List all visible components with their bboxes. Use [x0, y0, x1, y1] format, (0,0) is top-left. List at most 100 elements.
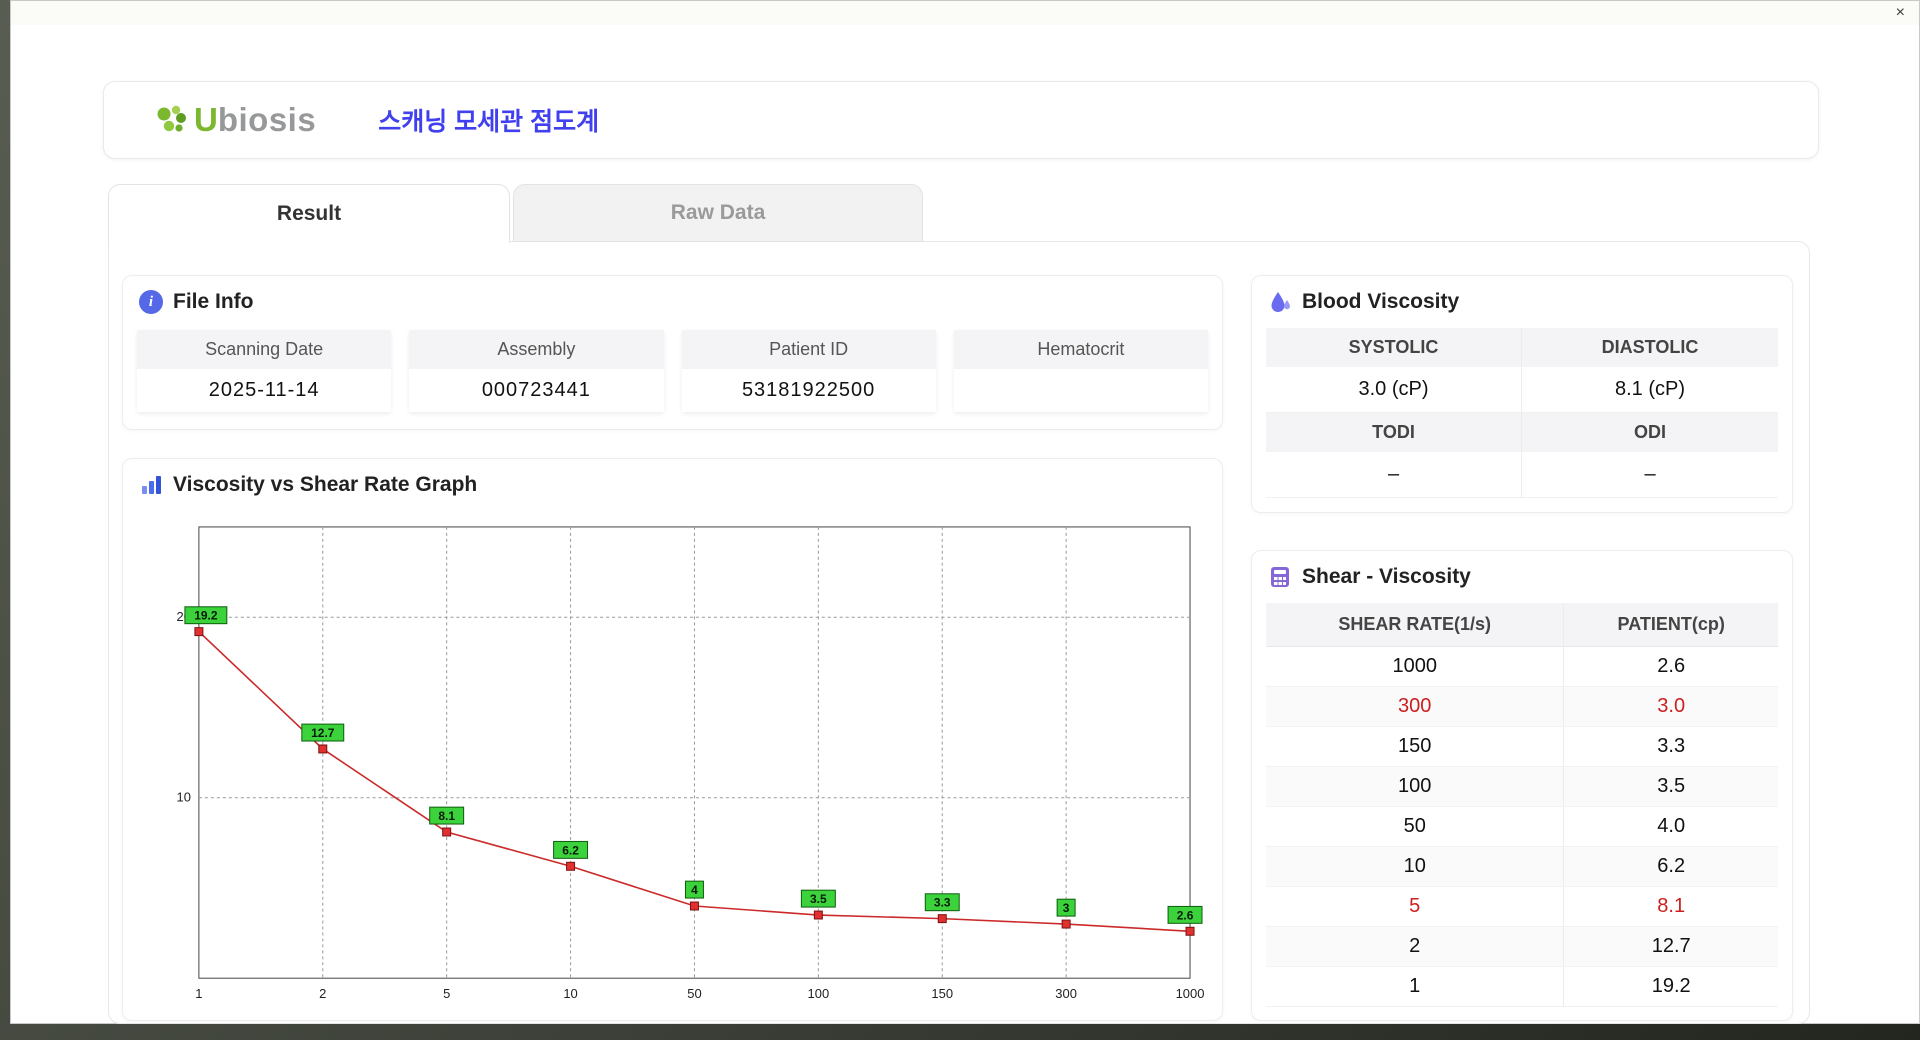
cell-shear-rate: 150 — [1266, 726, 1565, 767]
file-info-card: i File Info Scanning Date 2025-11-14 Assem… — [122, 275, 1223, 430]
table-row: 150 3.3 — [1266, 726, 1778, 767]
cell-patient: 6.2 — [1563, 846, 1778, 887]
field-label: Scanning Date — [137, 330, 392, 369]
tab-raw-data[interactable]: Raw Data — [513, 184, 923, 242]
svg-text:50: 50 — [687, 986, 701, 1001]
shear-viscosity-table: SHEAR RATE(1/s) PATIENT(cp) 1000 2.6 300 3.… — [1266, 603, 1778, 1007]
column-patient: PATIENT(cp) — [1563, 603, 1778, 647]
cell-patient: 2.6 — [1563, 646, 1778, 687]
svg-text:10: 10 — [176, 790, 190, 805]
bv-metric-label: DIASTOLIC — [1522, 328, 1778, 367]
svg-text:150: 150 — [931, 986, 953, 1001]
svg-text:4: 4 — [691, 883, 698, 897]
svg-text:1: 1 — [195, 986, 202, 1001]
calculator-icon — [1271, 567, 1289, 587]
table-row: 50 4.0 — [1266, 806, 1778, 847]
logo-text: U — [194, 101, 218, 138]
svg-text:300: 300 — [1055, 986, 1077, 1001]
header-card: Ubiosis 스캐닝 모세관 점도계 — [103, 81, 1819, 159]
graph-card: Viscosity vs Shear Rate Graph 10 20 1 2 5 10 5… — [122, 458, 1223, 1021]
svg-text:3: 3 — [1063, 901, 1070, 915]
svg-text:12.7: 12.7 — [311, 726, 335, 740]
cell-shear-rate: 2 — [1266, 926, 1565, 967]
file-info-field: Scanning Date 2025-11-14 — [137, 330, 392, 412]
cell-shear-rate: 100 — [1266, 766, 1565, 807]
graph-title: Viscosity vs Shear Rate Graph — [173, 473, 478, 496]
field-label: Assembly — [409, 330, 664, 369]
bv-metric-label: TODI — [1266, 413, 1522, 452]
shear-viscosity-header: Shear - Viscosity — [1252, 551, 1792, 597]
table-row: 1 19.2 — [1266, 966, 1778, 1007]
close-icon[interactable]: × — [1896, 5, 1905, 21]
table-row: 1000 2.6 — [1266, 646, 1778, 687]
page-title: 스캐닝 모세관 점도계 — [378, 108, 600, 136]
bar-chart-icon — [142, 476, 161, 494]
file-info-field: Assembly 000723441 — [409, 330, 664, 412]
water-drop-icon — [1271, 292, 1290, 312]
svg-text:2.6: 2.6 — [1177, 908, 1194, 922]
cell-patient: 3.0 — [1563, 686, 1778, 727]
field-value: 000723441 — [409, 369, 664, 412]
bv-metric-value: 3.0 (cP) — [1266, 367, 1522, 413]
cell-patient: 3.3 — [1563, 726, 1778, 767]
shear-viscosity-title: Shear - Viscosity — [1302, 565, 1471, 588]
field-value — [953, 369, 1208, 410]
svg-text:2: 2 — [319, 986, 326, 1001]
shear-viscosity-card: Shear - Viscosity SHEAR RATE(1/s) PATIEN… — [1251, 550, 1793, 1021]
svg-text:8.1: 8.1 — [438, 809, 455, 823]
svg-text:3.3: 3.3 — [934, 896, 951, 910]
ubiosis-logo-icon — [157, 105, 186, 132]
blood-viscosity-grid: SYSTOLIC DIASTOLIC 3.0 (cP) 8.1 (cP) TODI ODI… — [1266, 328, 1778, 498]
tab-result[interactable]: Result — [108, 184, 510, 243]
table-row: 100 3.5 — [1266, 766, 1778, 807]
result-panel: i File Info Scanning Date 2025-11-14 Assem… — [108, 241, 1810, 1024]
svg-text:6.2: 6.2 — [562, 843, 579, 857]
blood-viscosity-card: Blood Viscosity SYSTOLIC DIASTOLIC 3.0 (cP… — [1251, 275, 1793, 513]
info-icon: i — [139, 290, 163, 314]
window-titlebar: × — [11, 1, 1919, 25]
cell-shear-rate: 5 — [1266, 886, 1565, 927]
table-header-row: SHEAR RATE(1/s) PATIENT(cp) — [1266, 603, 1778, 647]
graph-header: Viscosity vs Shear Rate Graph — [123, 459, 1222, 505]
file-info-header: i File Info — [123, 276, 1222, 322]
bv-metric-value: – — [1522, 452, 1778, 498]
cell-patient: 4.0 — [1563, 806, 1778, 847]
cell-patient: 19.2 — [1563, 966, 1778, 1007]
svg-text:19.2: 19.2 — [194, 609, 218, 623]
cell-shear-rate: 1000 — [1266, 646, 1565, 687]
blood-viscosity-header: Blood Viscosity — [1252, 276, 1792, 322]
bv-metric-value: – — [1266, 452, 1522, 498]
cell-shear-rate: 50 — [1266, 806, 1565, 847]
ubiosis-logo: Ubiosis — [154, 101, 316, 139]
app-window: × Ubiosis 스캐닝 모세관 점도계 Result Raw Data i … — [10, 0, 1920, 1024]
cell-shear-rate: 1 — [1266, 966, 1565, 1007]
svg-text:1000: 1000 — [1176, 986, 1204, 1001]
cell-patient: 8.1 — [1563, 886, 1778, 927]
table-row: 5 8.1 — [1266, 886, 1778, 927]
table-row: 2 12.7 — [1266, 926, 1778, 967]
cell-patient: 12.7 — [1563, 926, 1778, 967]
table-row: 10 6.2 — [1266, 846, 1778, 887]
file-info-field: Patient ID 53181922500 — [681, 330, 936, 412]
bv-metric-value: 8.1 (cP) — [1522, 367, 1778, 413]
column-shear-rate: SHEAR RATE(1/s) — [1266, 603, 1565, 647]
viscosity-chart-svg: 10201 2 5 10 50 100 150 300 100019.212.78.16.243… — [176, 526, 1204, 1001]
field-value: 2025-11-14 — [137, 369, 392, 412]
file-info-fields: Scanning Date 2025-11-14 Assembly 000723441… — [123, 322, 1222, 412]
cell-patient: 3.5 — [1563, 766, 1778, 807]
field-label: Hematocrit — [953, 330, 1208, 369]
cell-shear-rate: 10 — [1266, 846, 1565, 887]
svg-text:5: 5 — [443, 986, 450, 1001]
bv-metric-label: SYSTOLIC — [1266, 328, 1522, 367]
svg-text:3.5: 3.5 — [810, 892, 827, 906]
field-label: Patient ID — [681, 330, 936, 369]
field-value: 53181922500 — [681, 369, 936, 412]
svg-text:100: 100 — [808, 986, 830, 1001]
file-info-title: File Info — [173, 290, 254, 313]
blood-viscosity-title: Blood Viscosity — [1302, 290, 1460, 313]
cell-shear-rate: 300 — [1266, 686, 1565, 727]
table-row: 300 3.0 — [1266, 686, 1778, 727]
bv-metric-label: ODI — [1522, 413, 1778, 452]
file-info-field: Hematocrit — [953, 330, 1208, 412]
svg-text:10: 10 — [563, 986, 577, 1001]
